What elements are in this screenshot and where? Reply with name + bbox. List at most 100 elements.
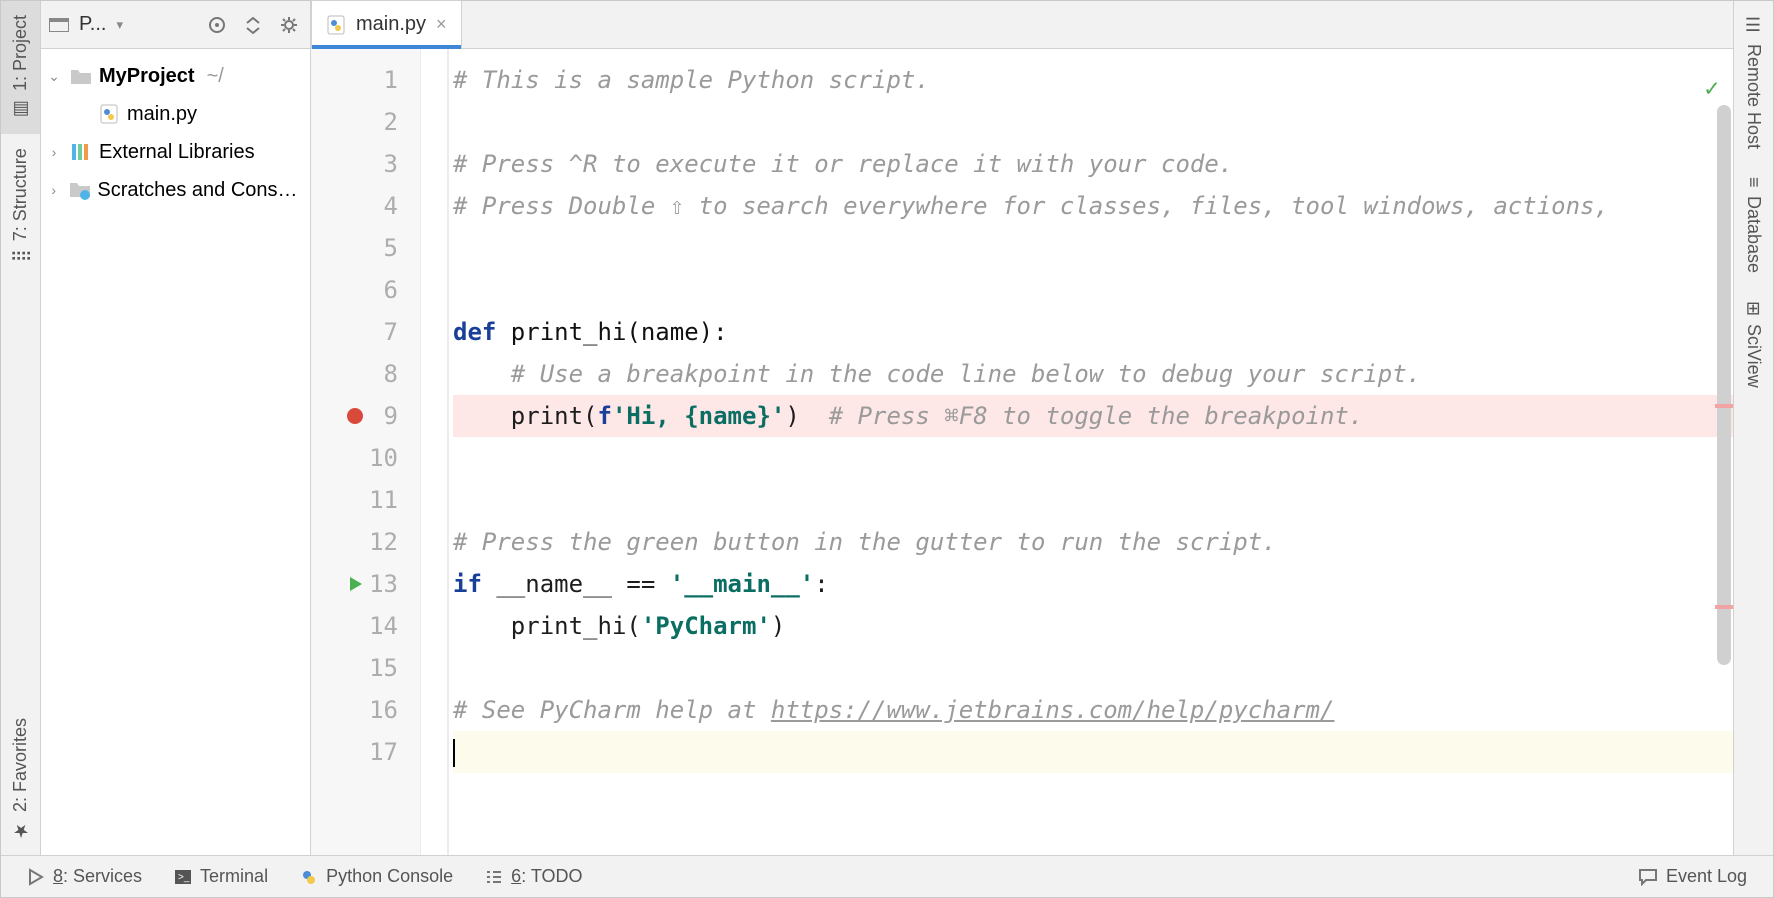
database-icon: ≡ bbox=[1743, 177, 1764, 188]
tool-tab-label: SciView bbox=[1743, 324, 1764, 388]
gutter-row[interactable]: 11 bbox=[311, 479, 410, 521]
tool-tab-terminal[interactable]: >_ Terminal bbox=[158, 866, 284, 887]
code-line[interactable]: # Press ^R to execute it or replace it w… bbox=[453, 143, 1733, 185]
line-number: 12 bbox=[369, 521, 398, 563]
left-tool-strip: ▤ 1: Project ⣿ 7: Structure ★ 2: Favorit… bbox=[1, 1, 41, 855]
tree-node-file[interactable]: main.py bbox=[41, 95, 310, 133]
tool-tab-label: Python Console bbox=[326, 866, 453, 887]
line-number-gutter[interactable]: 1234567891011121314151617 bbox=[311, 49, 421, 855]
tool-tab-label: 8: Services bbox=[53, 866, 142, 887]
code-area[interactable]: # This is a sample Python script. # Press… bbox=[449, 49, 1733, 855]
code-line[interactable]: print_hi('PyCharm') bbox=[453, 605, 1733, 647]
gutter-row[interactable]: 17 bbox=[311, 731, 410, 773]
code-line[interactable]: # Use a breakpoint in the code line belo… bbox=[453, 353, 1733, 395]
library-icon bbox=[69, 142, 93, 162]
close-icon[interactable]: × bbox=[436, 14, 447, 35]
code-line[interactable] bbox=[453, 647, 1733, 689]
gutter-row[interactable]: 7 bbox=[311, 311, 410, 353]
tool-tab-project[interactable]: ▤ 1: Project bbox=[1, 1, 40, 134]
tree-label: MyProject bbox=[99, 65, 195, 88]
gutter-row[interactable]: 13 bbox=[311, 563, 410, 605]
gutter-row[interactable]: 8 bbox=[311, 353, 410, 395]
line-number: 6 bbox=[370, 269, 398, 311]
line-number: 4 bbox=[370, 185, 398, 227]
code-line[interactable] bbox=[453, 731, 1733, 773]
tree-label: External Libraries bbox=[99, 141, 255, 164]
line-number: 7 bbox=[370, 311, 398, 353]
line-number: 8 bbox=[370, 353, 398, 395]
error-stripe-mark[interactable] bbox=[1715, 404, 1733, 408]
chevron-right-icon[interactable]: › bbox=[45, 144, 63, 160]
tree-label: Scratches and Consoles bbox=[97, 179, 306, 202]
tree-node-external-libraries[interactable]: › External Libraries bbox=[41, 133, 310, 171]
gutter-row[interactable]: 14 bbox=[311, 605, 410, 647]
tool-tab-services[interactable]: 8: Services bbox=[11, 866, 158, 887]
code-line[interactable] bbox=[453, 479, 1733, 521]
tool-tab-todo[interactable]: 6: TODO bbox=[469, 866, 598, 887]
tree-node-scratches[interactable]: › Scratches and Consoles bbox=[41, 171, 310, 209]
tool-tab-sciview[interactable]: ⊞ SciView bbox=[1734, 287, 1773, 402]
code-line[interactable]: print(f'Hi, {name}') # Press ⌘F8 to togg… bbox=[453, 395, 1733, 437]
code-line[interactable] bbox=[453, 101, 1733, 143]
code-line[interactable]: # See PyCharm help at https://www.jetbra… bbox=[453, 689, 1733, 731]
gutter-row[interactable]: 15 bbox=[311, 647, 410, 689]
gutter-row[interactable]: 10 bbox=[311, 437, 410, 479]
code-line[interactable]: # This is a sample Python script. bbox=[453, 59, 1733, 101]
breakpoint-icon[interactable] bbox=[346, 407, 364, 425]
tree-node-root[interactable]: ⌄ MyProject ~/ bbox=[41, 57, 310, 95]
code-line[interactable] bbox=[453, 269, 1733, 311]
editor-body[interactable]: 1234567891011121314151617 # This is a sa… bbox=[311, 49, 1733, 855]
tool-tab-label: 1: Project bbox=[10, 15, 31, 91]
gutter-row[interactable]: 16 bbox=[311, 689, 410, 731]
project-header: P... ▾ bbox=[41, 1, 310, 49]
services-icon bbox=[27, 868, 45, 886]
gutter-row[interactable]: 3 bbox=[311, 143, 410, 185]
project-tree[interactable]: ⌄ MyProject ~/ main.py › External Librar… bbox=[41, 49, 310, 855]
gutter-row[interactable]: 1 bbox=[311, 59, 410, 101]
tool-tab-database[interactable]: ≡ Database bbox=[1734, 163, 1773, 287]
gutter-row[interactable]: 6 bbox=[311, 269, 410, 311]
code-line[interactable]: def print_hi(name): bbox=[453, 311, 1733, 353]
settings-button[interactable] bbox=[276, 12, 302, 38]
gutter-row[interactable]: 5 bbox=[311, 227, 410, 269]
code-line[interactable]: # Press the green button in the gutter t… bbox=[453, 521, 1733, 563]
tool-tab-python-console[interactable]: Python Console bbox=[284, 866, 469, 887]
locate-button[interactable] bbox=[204, 12, 230, 38]
text-caret bbox=[453, 739, 455, 767]
code-line[interactable] bbox=[453, 437, 1733, 479]
editor-tab-main[interactable]: main.py × bbox=[311, 0, 462, 48]
vertical-scrollbar[interactable] bbox=[1717, 105, 1731, 665]
line-number: 16 bbox=[369, 689, 398, 731]
python-icon bbox=[300, 868, 318, 886]
error-stripe-mark[interactable] bbox=[1715, 605, 1733, 609]
tool-tab-favorites[interactable]: ★ 2: Favorites bbox=[1, 704, 40, 855]
tool-tab-remote-host[interactable]: ☰ Remote Host bbox=[1734, 1, 1773, 163]
event-log-button[interactable]: Event Log bbox=[1622, 866, 1763, 887]
gutter-row[interactable]: 12 bbox=[311, 521, 410, 563]
inspection-ok-icon[interactable]: ✓ bbox=[1705, 67, 1719, 109]
editor-tabbar: main.py × bbox=[311, 1, 1733, 49]
gutter-row[interactable]: 9 bbox=[311, 395, 410, 437]
code-line[interactable]: # Press Double ⇧ to search everywhere fo… bbox=[453, 185, 1733, 227]
editor-area: main.py × 1234567891011121314151617 # Th… bbox=[311, 1, 1733, 855]
fold-gutter[interactable] bbox=[421, 49, 449, 855]
gutter-row[interactable]: 4 bbox=[311, 185, 410, 227]
bottom-tool-bar: 8: Services >_ Terminal Python Console 6… bbox=[1, 855, 1773, 897]
star-icon: ★ bbox=[10, 820, 32, 841]
chevron-right-icon[interactable]: › bbox=[45, 182, 62, 198]
line-number: 14 bbox=[369, 605, 398, 647]
collapse-button[interactable] bbox=[240, 12, 266, 38]
dropdown-icon[interactable]: ▾ bbox=[116, 17, 123, 33]
run-gutter-icon[interactable] bbox=[348, 576, 364, 592]
tool-tab-label: Terminal bbox=[200, 866, 268, 887]
tool-tab-label: 7: Structure bbox=[10, 148, 31, 241]
tool-tab-structure[interactable]: ⣿ 7: Structure bbox=[1, 134, 40, 276]
folder-icon bbox=[69, 67, 93, 85]
line-number: 11 bbox=[369, 479, 398, 521]
code-line[interactable] bbox=[453, 227, 1733, 269]
gutter-row[interactable]: 2 bbox=[311, 101, 410, 143]
code-line[interactable]: if __name__ == '__main__': bbox=[453, 563, 1733, 605]
chevron-down-icon[interactable]: ⌄ bbox=[45, 68, 63, 85]
line-number: 15 bbox=[369, 647, 398, 689]
project-title: P... bbox=[79, 13, 106, 36]
